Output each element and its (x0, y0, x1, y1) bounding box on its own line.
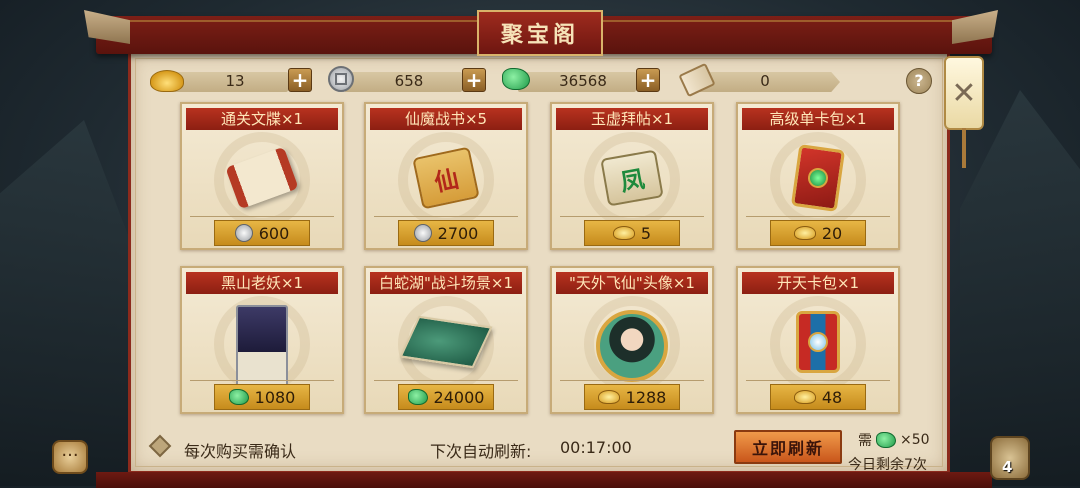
item-price: 48 (821, 387, 843, 407)
avatar-portrait-icon (596, 306, 668, 382)
item-title: 黑山老妖×1 (186, 272, 338, 294)
item-title: 白蛇湖"战斗场景×1 (370, 272, 522, 294)
card-pack-icon (796, 311, 840, 373)
chat-button[interactable]: ··· (52, 440, 88, 474)
item-title: 仙魔战书×5 (370, 108, 522, 130)
background-mountain-left (0, 120, 140, 486)
refresh-now-button[interactable]: 立即刷新 (734, 430, 842, 464)
gold-ingot-icon (793, 226, 816, 240)
auto-refresh-label: 下次自动刷新: (430, 442, 532, 461)
cost-amount: ×50 (900, 432, 930, 448)
item-price: 1080 (254, 387, 296, 407)
card-divider (374, 216, 518, 217)
item-title: 通关文牒×1 (186, 108, 338, 130)
item-price: 600 (258, 223, 290, 243)
shop-item-card[interactable]: 黑山老妖×1 1080 (180, 266, 344, 414)
gold-ingot-icon (150, 70, 184, 92)
shop-item-card[interactable]: 高级单卡包×1 20 (736, 102, 900, 250)
card-divider (560, 380, 704, 381)
page-title: 聚宝阁 (477, 10, 603, 56)
buy-button[interactable]: 5 (584, 220, 680, 246)
remaining-count: 今日剩余7次 (848, 457, 927, 473)
scroll-amount: 0 (760, 72, 770, 90)
item-price: 24000 (433, 387, 485, 407)
buy-button[interactable]: 600 (214, 220, 310, 246)
gold-ingot-icon (793, 390, 816, 404)
item-price: 20 (821, 223, 843, 243)
invitation-scroll-icon: 凤 (600, 149, 664, 207)
item-price: 2700 (437, 223, 479, 243)
jade-icon (407, 389, 428, 405)
shop-item-card[interactable]: 白蛇湖"战斗场景×1 24000 (364, 266, 528, 414)
shop-item-card[interactable]: 开天卡包×1 48 (736, 266, 900, 414)
card-divider (560, 216, 704, 217)
card-divider (746, 380, 890, 381)
buy-button[interactable]: 20 (770, 220, 866, 246)
shop-item-card[interactable]: 仙魔战书×5 仙 2700 (364, 102, 528, 250)
card-divider (190, 216, 334, 217)
confirm-label: 每次购买需确认 (184, 442, 297, 461)
card-divider (746, 216, 890, 217)
battle-scene-icon (399, 315, 493, 369)
card-divider (190, 380, 334, 381)
buy-button[interactable]: 48 (770, 384, 866, 410)
gold-ingot-icon (612, 226, 635, 240)
pass-scroll-icon (225, 146, 299, 210)
silver-coin-icon (234, 224, 253, 242)
buy-button[interactable]: 24000 (398, 384, 494, 410)
jade-icon (228, 389, 249, 405)
buy-button[interactable]: 1080 (214, 384, 310, 410)
silver-coin-icon (413, 224, 432, 242)
monster-card-icon (236, 299, 288, 391)
add-gold-button[interactable]: + (288, 68, 312, 92)
shop-item-card[interactable]: 玉虚拜帖×1 凤 5 (550, 102, 714, 250)
auto-refresh-time: 00:17:00 (560, 438, 632, 457)
jade-amount: 36568 (559, 72, 607, 90)
buy-button[interactable]: 2700 (398, 220, 494, 246)
add-jade-button[interactable]: + (636, 68, 660, 92)
lantern-cord (962, 128, 966, 168)
jade-icon (502, 68, 530, 90)
buy-button[interactable]: 1288 (584, 384, 680, 410)
item-title: 开天卡包×1 (742, 272, 894, 294)
item-title: 玉虚拜帖×1 (556, 108, 708, 130)
close-button[interactable]: ✕ (944, 56, 984, 130)
jade-icon (876, 432, 896, 448)
shop-item-card[interactable]: 通关文牒×1 600 (180, 102, 344, 250)
item-price: 1288 (625, 387, 667, 407)
gold-ingot-icon (597, 390, 620, 404)
silver-coin-icon (328, 66, 354, 92)
help-button[interactable]: ? (906, 68, 932, 94)
card-divider (374, 380, 518, 381)
shop-item-card[interactable]: "天外飞仙"头像×1 1288 (550, 266, 714, 414)
card-pack-icon (790, 144, 846, 212)
refresh-cost: 需 ×50 今日剩余7次 (848, 430, 940, 474)
item-price: 5 (640, 223, 652, 243)
battle-letter-icon: 仙 (412, 146, 480, 210)
item-title: 高级单卡包×1 (742, 108, 894, 130)
add-silver-button[interactable]: + (462, 68, 486, 92)
gold-amount: 13 (225, 72, 245, 90)
cost-prefix: 需 (858, 433, 872, 449)
background-mountain-right (960, 90, 1080, 486)
item-title: "天外飞仙"头像×1 (556, 272, 708, 294)
bag-count: 4 (1002, 458, 1013, 476)
silver-amount: 658 (394, 72, 424, 90)
